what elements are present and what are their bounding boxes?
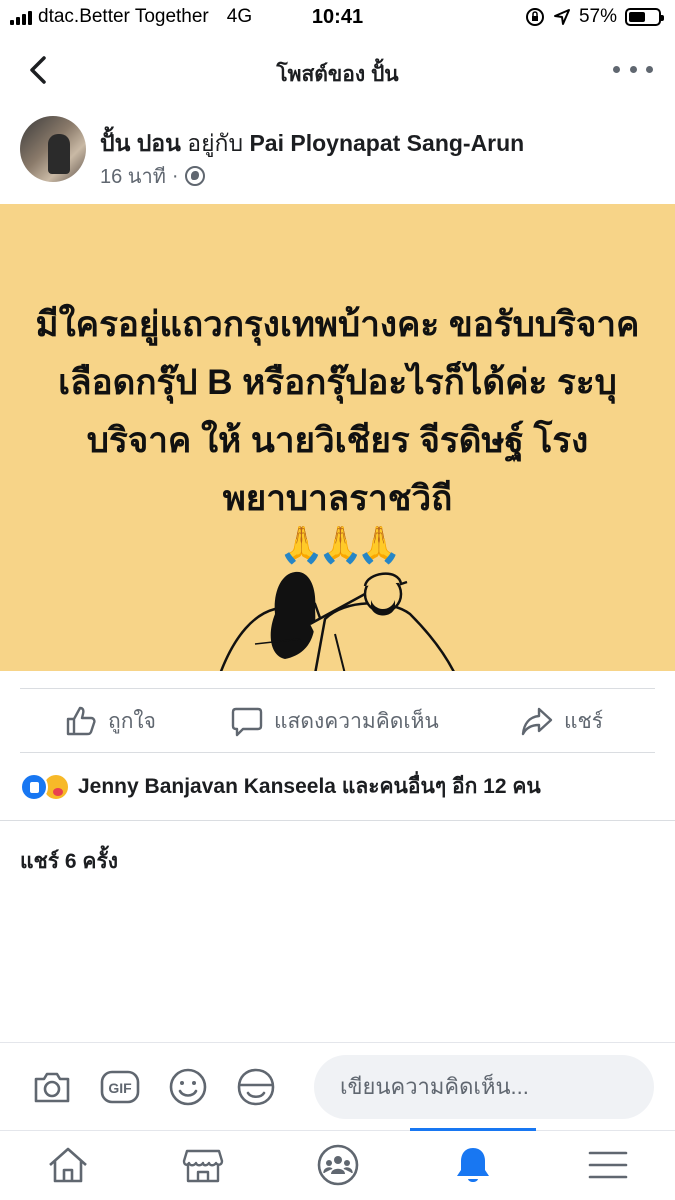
active-tab-indicator bbox=[410, 1128, 536, 1131]
reactor-others: และคนอื่นๆ อีก 12 คน bbox=[341, 775, 541, 798]
author-name[interactable]: ปั้น ปอน bbox=[100, 130, 181, 156]
emoji-icon[interactable] bbox=[168, 1067, 208, 1107]
battery-percent: 57% bbox=[578, 6, 617, 27]
share-button[interactable]: แชร์ bbox=[520, 704, 603, 738]
more-options-icon[interactable] bbox=[613, 54, 653, 84]
avatar[interactable] bbox=[20, 116, 86, 182]
reactions-summary[interactable]: Jenny Banjavan Kanseela และคนอื่นๆ อีก 1… bbox=[20, 770, 541, 803]
share-label: แชร์ bbox=[564, 709, 604, 733]
status-bar: dtac.Better Together 4G 10:41 57% bbox=[0, 0, 675, 36]
post-content: มีใครอยู่แถวกรุงเทพบ้างคะ ขอรับบริจาคเลื… bbox=[0, 204, 675, 671]
comment-label: แสดงความคิดเห็น bbox=[274, 709, 439, 733]
divider bbox=[20, 752, 655, 753]
people-illustration bbox=[219, 571, 455, 671]
menu-icon[interactable] bbox=[586, 1143, 630, 1187]
author-line: ปั้น ปอน อยู่กับ Pai Ploynapat Sang-Arun bbox=[100, 126, 524, 162]
svg-text:GIF: GIF bbox=[108, 1080, 132, 1096]
like-label: ถูกใจ bbox=[108, 709, 156, 733]
like-reaction-icon bbox=[20, 772, 48, 801]
marketplace-icon[interactable] bbox=[181, 1143, 225, 1187]
comment-input[interactable] bbox=[314, 1055, 654, 1119]
post-time[interactable]: 16 นาที bbox=[100, 160, 166, 192]
bottom-tab-bar bbox=[0, 1128, 675, 1200]
orientation-lock-icon bbox=[525, 8, 544, 26]
post-actions: ถูกใจ แสดงความคิดเห็น แชร์ bbox=[0, 690, 675, 752]
home-icon[interactable] bbox=[46, 1143, 90, 1187]
post-text: มีใครอยู่แถวกรุงเทพบ้างคะ ขอรับบริจาคเลื… bbox=[35, 305, 640, 518]
share-count[interactable]: แชร์ 6 ครั้ง bbox=[20, 845, 118, 878]
groups-icon[interactable] bbox=[316, 1143, 360, 1187]
globe-icon bbox=[184, 166, 205, 186]
share-icon bbox=[521, 707, 553, 736]
sticker-icon[interactable] bbox=[236, 1067, 276, 1107]
location-icon bbox=[553, 9, 570, 25]
tagged-name[interactable]: Pai Ploynapat Sang-Arun bbox=[249, 130, 524, 156]
with-text: อยู่กับ bbox=[187, 130, 244, 156]
post-meta: 16 นาที · bbox=[100, 160, 205, 192]
gif-icon[interactable]: GIF bbox=[100, 1067, 140, 1107]
battery-icon bbox=[625, 8, 664, 26]
thumbs-up-icon bbox=[66, 706, 96, 736]
divider bbox=[0, 820, 675, 821]
battery-fill bbox=[629, 12, 645, 22]
status-right: 57% bbox=[525, 6, 664, 28]
comment-icon bbox=[231, 707, 263, 737]
praying-hands-emoji: 🙏🙏🙏 bbox=[279, 524, 401, 565]
comment-bar: GIF bbox=[0, 1042, 675, 1130]
divider bbox=[20, 688, 655, 689]
meta-separator: · bbox=[171, 164, 179, 187]
camera-icon[interactable] bbox=[32, 1067, 72, 1107]
reactor-name: Jenny Banjavan Kanseela bbox=[78, 775, 336, 798]
comment-button[interactable]: แสดงความคิดเห็น bbox=[230, 704, 439, 738]
page-title: โพสต์ของ ปั้น bbox=[276, 63, 399, 86]
like-button[interactable]: ถูกใจ bbox=[64, 704, 156, 738]
post-header: ปั้น ปอน อยู่กับ Pai Ploynapat Sang-Arun… bbox=[0, 110, 675, 200]
nav-header: โพสต์ของ ปั้น bbox=[0, 40, 675, 100]
notifications-icon[interactable] bbox=[451, 1143, 495, 1187]
reaction-names: Jenny Banjavan Kanseela และคนอื่นๆ อีก 1… bbox=[78, 770, 541, 803]
